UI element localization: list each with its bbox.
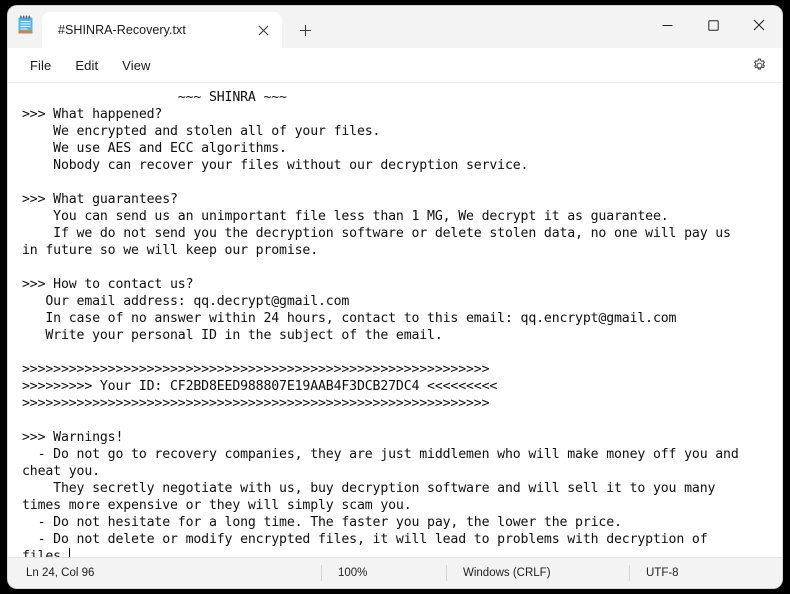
status-cursor-position[interactable]: Ln 24, Col 96 (8, 564, 110, 582)
status-line-ending[interactable]: Windows (CRLF) (447, 564, 629, 582)
close-button[interactable] (736, 6, 782, 44)
menu-item-file[interactable]: File (18, 53, 63, 78)
minimize-button[interactable] (644, 6, 690, 44)
menu-bar: File Edit View (8, 48, 782, 82)
ransom-note-text[interactable]: ~~~ SHINRA ~~~ >>> What happened? We enc… (22, 89, 782, 557)
status-bar: Ln 24, Col 96 100% Windows (CRLF) UTF-8 (8, 557, 782, 588)
notepad-icon (8, 6, 42, 48)
tab-shinra-recovery[interactable]: #SHINRA-Recovery.txt (42, 12, 282, 48)
notepad-window: #SHINRA-Recovery.txt File Edit View ~~~ … (8, 6, 782, 588)
tab-label: #SHINRA-Recovery.txt (58, 23, 186, 37)
menu-item-edit[interactable]: Edit (63, 53, 110, 78)
status-zoom-level[interactable]: 100% (322, 564, 446, 582)
menu-item-view[interactable]: View (110, 53, 162, 78)
new-tab-button[interactable] (288, 15, 322, 45)
title-bar: #SHINRA-Recovery.txt (8, 6, 782, 48)
tab-close-icon[interactable] (250, 17, 276, 43)
status-encoding[interactable]: UTF-8 (630, 564, 782, 582)
editor-area[interactable]: ~~~ SHINRA ~~~ >>> What happened? We enc… (8, 82, 782, 557)
gear-icon[interactable] (744, 51, 774, 79)
text-caret (68, 548, 70, 557)
window-controls (644, 6, 782, 44)
maximize-button[interactable] (690, 6, 736, 44)
